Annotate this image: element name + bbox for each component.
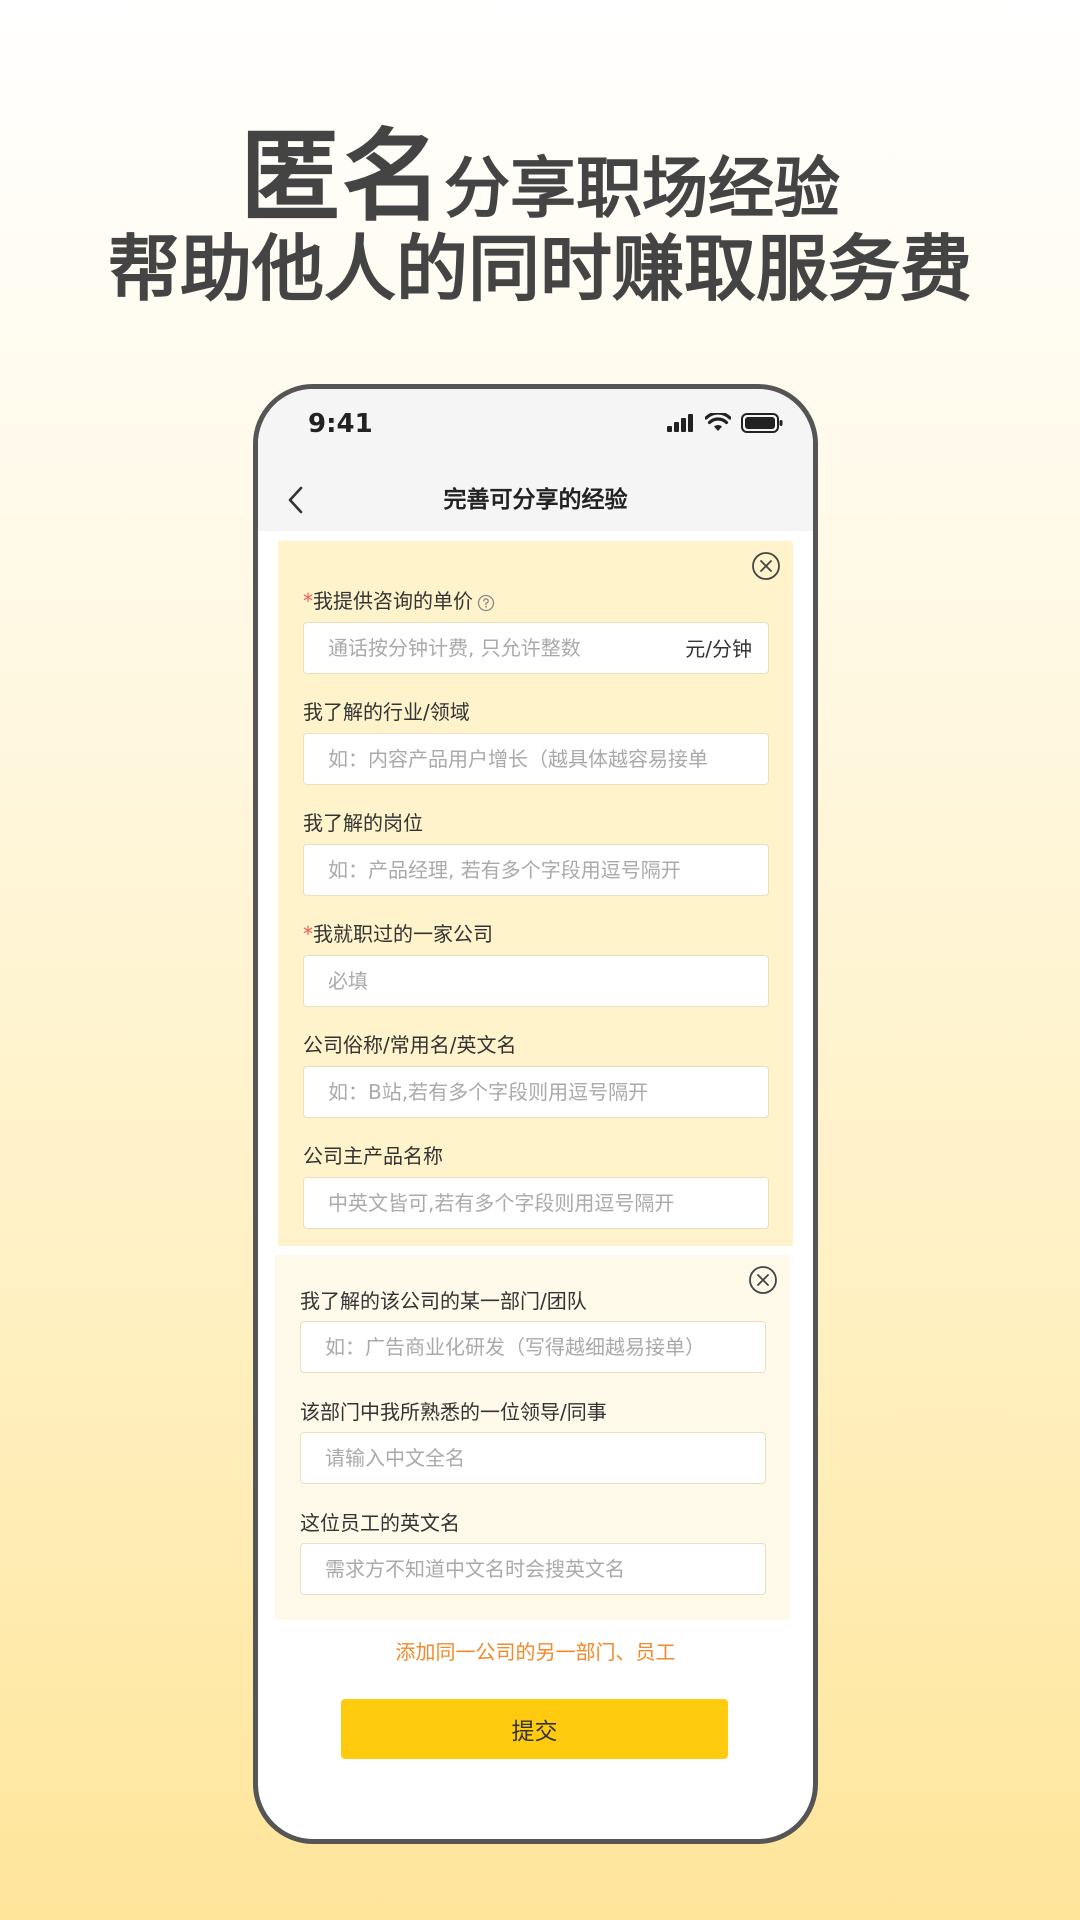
department-input-box [300, 1321, 766, 1373]
department-card: 我了解的该公司的某一部门/团队 该部门中我所熟悉的一位领导/同事 这位员工的英文… [275, 1255, 790, 1620]
nav-bar: 完善可分享的经验 [258, 469, 813, 531]
close-circle-icon [749, 1266, 777, 1294]
field-label-position: 我了解的岗位 [303, 811, 423, 835]
phone-frame: 9:41 完善可分享的经验 *我提供咨询的单价 通话按分钟计费, 只允许整数 元… [253, 384, 818, 1844]
field-label-company: *我就职过的一家公司 [303, 918, 493, 947]
remove-department-button[interactable] [748, 1265, 778, 1295]
department-input[interactable] [301, 1322, 765, 1372]
label-text: 我就职过的一家公司 [313, 922, 493, 946]
required-mark: * [303, 922, 313, 946]
colleague-input[interactable] [301, 1433, 765, 1483]
company-alias-input[interactable] [304, 1067, 768, 1117]
industry-input[interactable] [304, 734, 768, 784]
field-label-product: 公司主产品名称 [303, 1144, 443, 1168]
company-input-box [303, 955, 769, 1007]
battery-icon [741, 413, 783, 433]
submit-button[interactable]: 提交 [341, 1699, 728, 1759]
english-name-input[interactable] [301, 1544, 765, 1594]
label-text: 我提供咨询的单价 [313, 589, 473, 613]
field-label-english-name: 这位员工的英文名 [300, 1511, 460, 1535]
english-name-input-box [300, 1543, 766, 1595]
price-unit: 元/分钟 [685, 637, 752, 661]
field-label-price: *我提供咨询的单价 [303, 585, 495, 614]
signal-icon [667, 414, 693, 432]
field-label-department: 我了解的该公司的某一部门/团队 [300, 1289, 587, 1313]
field-label-colleague: 该部门中我所熟悉的一位领导/同事 [300, 1400, 607, 1424]
back-button[interactable] [276, 477, 316, 523]
colleague-input-box [300, 1432, 766, 1484]
product-input[interactable] [304, 1178, 768, 1228]
remove-card-button[interactable] [751, 551, 781, 581]
add-department-link[interactable]: 添加同一公司的另一部门、员工 [258, 1636, 813, 1665]
status-bar: 9:41 [258, 389, 813, 469]
field-label-industry: 我了解的行业/领域 [303, 700, 470, 724]
required-mark: * [303, 589, 313, 613]
position-input-box [303, 844, 769, 896]
industry-input-box [303, 733, 769, 785]
status-icons [667, 413, 783, 433]
wifi-icon [705, 413, 731, 431]
close-circle-icon [752, 552, 780, 580]
field-label-company-alias: 公司俗称/常用名/英文名 [303, 1033, 517, 1057]
page-title: 完善可分享的经验 [443, 487, 628, 513]
company-alias-input-box [303, 1066, 769, 1118]
headline-subline: 帮助他人的同时赚取服务费 [107, 227, 972, 311]
price-input-box: 元/分钟 [303, 622, 769, 674]
company-input[interactable] [304, 956, 768, 1006]
chevron-left-icon [288, 486, 303, 514]
status-time: 9:41 [308, 409, 373, 439]
product-input-box [303, 1177, 769, 1229]
help-icon[interactable] [477, 594, 495, 612]
experience-card-1: *我提供咨询的单价 元/分钟 我了解的行业/领域 我了解的岗位 *我就职过的一家… [278, 541, 793, 1246]
position-input[interactable] [304, 845, 768, 895]
